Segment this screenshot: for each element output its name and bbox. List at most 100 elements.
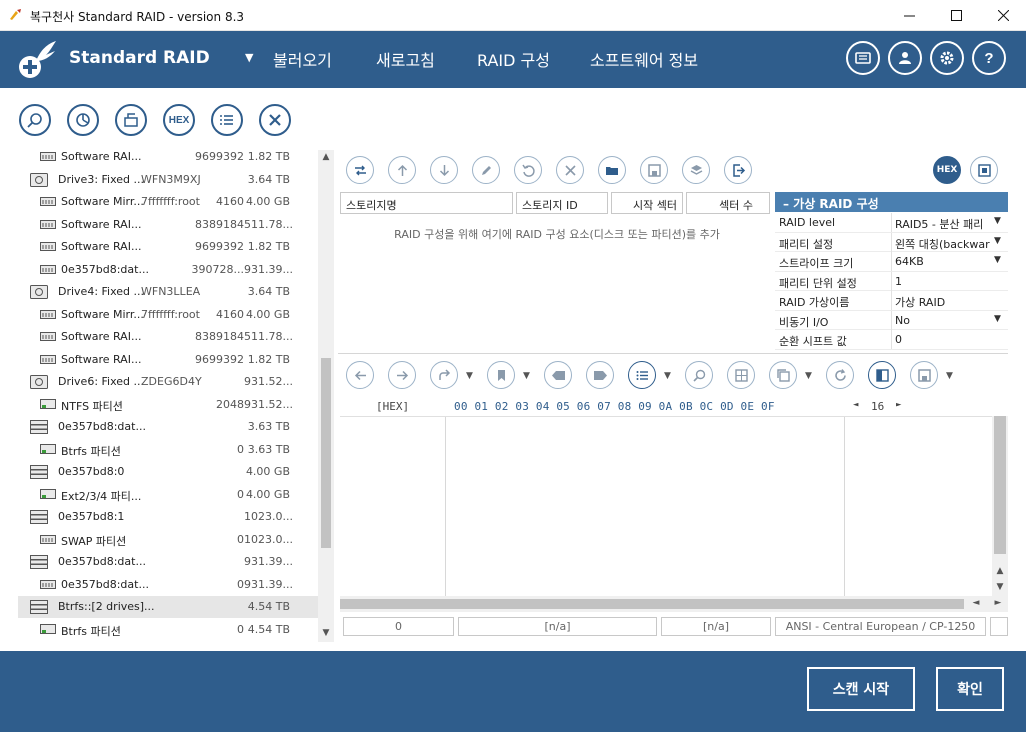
copy-dropdown-icon[interactable]: ▼ (805, 371, 812, 381)
raid-property-value[interactable]: 64KB (895, 255, 995, 268)
hex-back-button[interactable] (346, 361, 374, 389)
tree-row[interactable]: NTFS 파티션 2048 931.52... (18, 394, 318, 416)
hex-toggle-button[interactable]: HEX (933, 156, 961, 184)
undo-button[interactable] (514, 156, 542, 184)
tree-row[interactable]: Btrfs::[2 drives]... 4.54 TB (18, 596, 318, 618)
maximize-button[interactable] (933, 0, 979, 31)
raid-property-row[interactable]: RAID level RAID5 - 분산 패리 ▼ (775, 213, 1008, 233)
raid-property-row[interactable]: RAID 가상이름 가상 RAID (775, 291, 1008, 311)
menu-load[interactable]: 불러오기 (273, 47, 332, 71)
tree-scroll-thumb[interactable] (321, 358, 331, 548)
scroll-up-icon[interactable]: ▲ (992, 566, 1008, 576)
help-button[interactable]: ? (972, 41, 1006, 75)
save-button[interactable] (640, 156, 668, 184)
export-button[interactable] (724, 156, 752, 184)
disk-map-button[interactable] (67, 104, 99, 136)
col-sector-count[interactable]: 섹터 수 (686, 192, 770, 214)
raid-property-row[interactable]: 스트라이프 크기 64KB ▼ (775, 252, 1008, 272)
raid-property-value[interactable]: No (895, 314, 995, 327)
account-button[interactable] (888, 41, 922, 75)
property-dropdown-icon[interactable]: ▼ (994, 255, 1001, 265)
col-start-sector[interactable]: 시작 섹터 (611, 192, 683, 214)
open-button[interactable] (598, 156, 626, 184)
tree-row[interactable]: Drive6: Fixed ... ZDEG6D4Y 931.52... (18, 371, 318, 393)
raid-property-value[interactable]: RAID5 - 분산 패리 (895, 216, 995, 232)
search-button[interactable] (19, 104, 51, 136)
auto-detect-button[interactable] (346, 156, 374, 184)
tree-row[interactable]: Software RAI... 8389184 511.78... (18, 214, 318, 236)
goto-dropdown-icon[interactable]: ▼ (466, 371, 473, 381)
tree-row[interactable]: Btrfs 파티션 0 4.54 TB (18, 619, 318, 641)
minimize-button[interactable] (886, 0, 932, 31)
scroll-left-icon[interactable]: ◄ (968, 598, 984, 608)
hex-select-button[interactable] (727, 361, 755, 389)
tree-scrollbar[interactable]: ▲ ▼ (318, 150, 334, 642)
scroll-down-icon[interactable]: ▼ (318, 628, 334, 638)
tree-row[interactable]: 0e357bd8:0 4.00 GB (18, 461, 318, 483)
bookmark-dropdown-icon[interactable]: ▼ (523, 371, 530, 381)
edit-button[interactable] (472, 156, 500, 184)
raid-property-value[interactable]: 1 (895, 275, 995, 288)
hex-search-button[interactable] (685, 361, 713, 389)
tree-row[interactable]: Software RAI... 9699392 1.82 TB (18, 236, 318, 258)
menu-dropdown-icon[interactable]: ▼ (245, 51, 253, 64)
hex-view-button[interactable]: HEX (163, 104, 195, 136)
tree-row[interactable]: Drive3: Fixed ... WFN3M9XJ 3.64 TB (18, 169, 318, 191)
hex-vertical-scrollbar[interactable]: ▲ ▼ (992, 416, 1008, 596)
start-scan-button[interactable]: 스캔 시작 (807, 667, 915, 711)
raid-property-value[interactable]: 가상 RAID (895, 294, 995, 310)
list-view-button[interactable] (211, 104, 243, 136)
drive-tree[interactable]: Software RAI... 9699392 1.82 TB Drive3: Fix… (18, 150, 318, 642)
menu-software-info[interactable]: 소프트웨어 정보 (590, 47, 698, 71)
menu-refresh[interactable]: 새로고침 (376, 47, 435, 71)
hex-list-button[interactable] (628, 361, 656, 389)
log-button[interactable] (846, 41, 880, 75)
tree-row[interactable]: Btrfs 파티션 0 3.63 TB (18, 439, 318, 461)
property-dropdown-icon[interactable]: ▼ (994, 314, 1001, 324)
panel-divider[interactable] (338, 353, 1008, 354)
tree-row[interactable]: 0e357bd8:1 1023.0... (18, 506, 318, 528)
width-increase-icon[interactable]: ► (896, 400, 901, 410)
encoding-select[interactable]: ANSI - Central European / CP-1250 (775, 617, 986, 636)
tree-row[interactable]: Software Mirr... 7fffffff:root 4160 4.00 GB (18, 304, 318, 326)
raid-property-value[interactable]: 0 (895, 333, 995, 346)
menu-raid-config[interactable]: RAID 구성 (477, 47, 550, 71)
tree-row[interactable]: 0e357bd8:dat... 931.39... (18, 551, 318, 573)
raid-property-row[interactable]: 패리티 설정 왼쪽 대칭(backwar ▼ (775, 232, 1008, 252)
hex-save-button[interactable] (910, 361, 938, 389)
close-button[interactable] (980, 0, 1026, 31)
scroll-up-icon[interactable]: ▲ (318, 152, 334, 162)
remove-button[interactable] (259, 104, 291, 136)
image-button[interactable] (115, 104, 147, 136)
hex-content[interactable] (340, 416, 992, 597)
tree-row[interactable]: Drive4: Fixed ... WFN3LLEA 3.64 TB (18, 281, 318, 303)
hex-hscroll-thumb[interactable] (340, 599, 964, 609)
tree-row[interactable]: 0e357bd8:dat... 390728... 931.39... (18, 259, 318, 281)
hex-copy-button[interactable] (769, 361, 797, 389)
settings-button[interactable] (930, 41, 964, 75)
save-dropdown-icon[interactable]: ▼ (946, 371, 953, 381)
raid-property-row[interactable]: 비동기 I/O No ▼ (775, 310, 1008, 330)
raid-property-row[interactable]: 순환 시프트 값 0 (775, 330, 1008, 350)
hex-panel-toggle-button[interactable] (868, 361, 896, 389)
scroll-down-icon[interactable]: ▼ (992, 582, 1008, 592)
hex-forward-button[interactable] (388, 361, 416, 389)
tree-row[interactable]: Ext2/3/4 파티... 0 4.00 GB (18, 484, 318, 506)
col-storage-id[interactable]: 스토리지 ID (516, 192, 608, 214)
tree-row[interactable]: Software RAI... 9699392 1.82 TB (18, 150, 318, 168)
next-bookmark-button[interactable] (586, 361, 614, 389)
tree-row[interactable]: Software RAI... 8389184 511.78... (18, 326, 318, 348)
delete-button[interactable] (556, 156, 584, 184)
prev-bookmark-button[interactable] (544, 361, 572, 389)
tree-row[interactable]: 0e357bd8:dat... 3.63 TB (18, 416, 318, 438)
ok-button[interactable]: 확인 (936, 667, 1004, 711)
width-decrease-icon[interactable]: ◄ (853, 400, 858, 410)
property-dropdown-icon[interactable]: ▼ (994, 236, 1001, 246)
virtual-raid-title[interactable]: – 가상 RAID 구성 (775, 192, 1008, 212)
tree-row[interactable]: Software RAI... 9699392 1.82 TB (18, 349, 318, 371)
bookmark-button[interactable] (487, 361, 515, 389)
hex-refresh-button[interactable] (826, 361, 854, 389)
tree-row[interactable]: 0e357bd8:dat... 0 931.39... (18, 574, 318, 596)
move-down-button[interactable] (430, 156, 458, 184)
move-up-button[interactable] (388, 156, 416, 184)
